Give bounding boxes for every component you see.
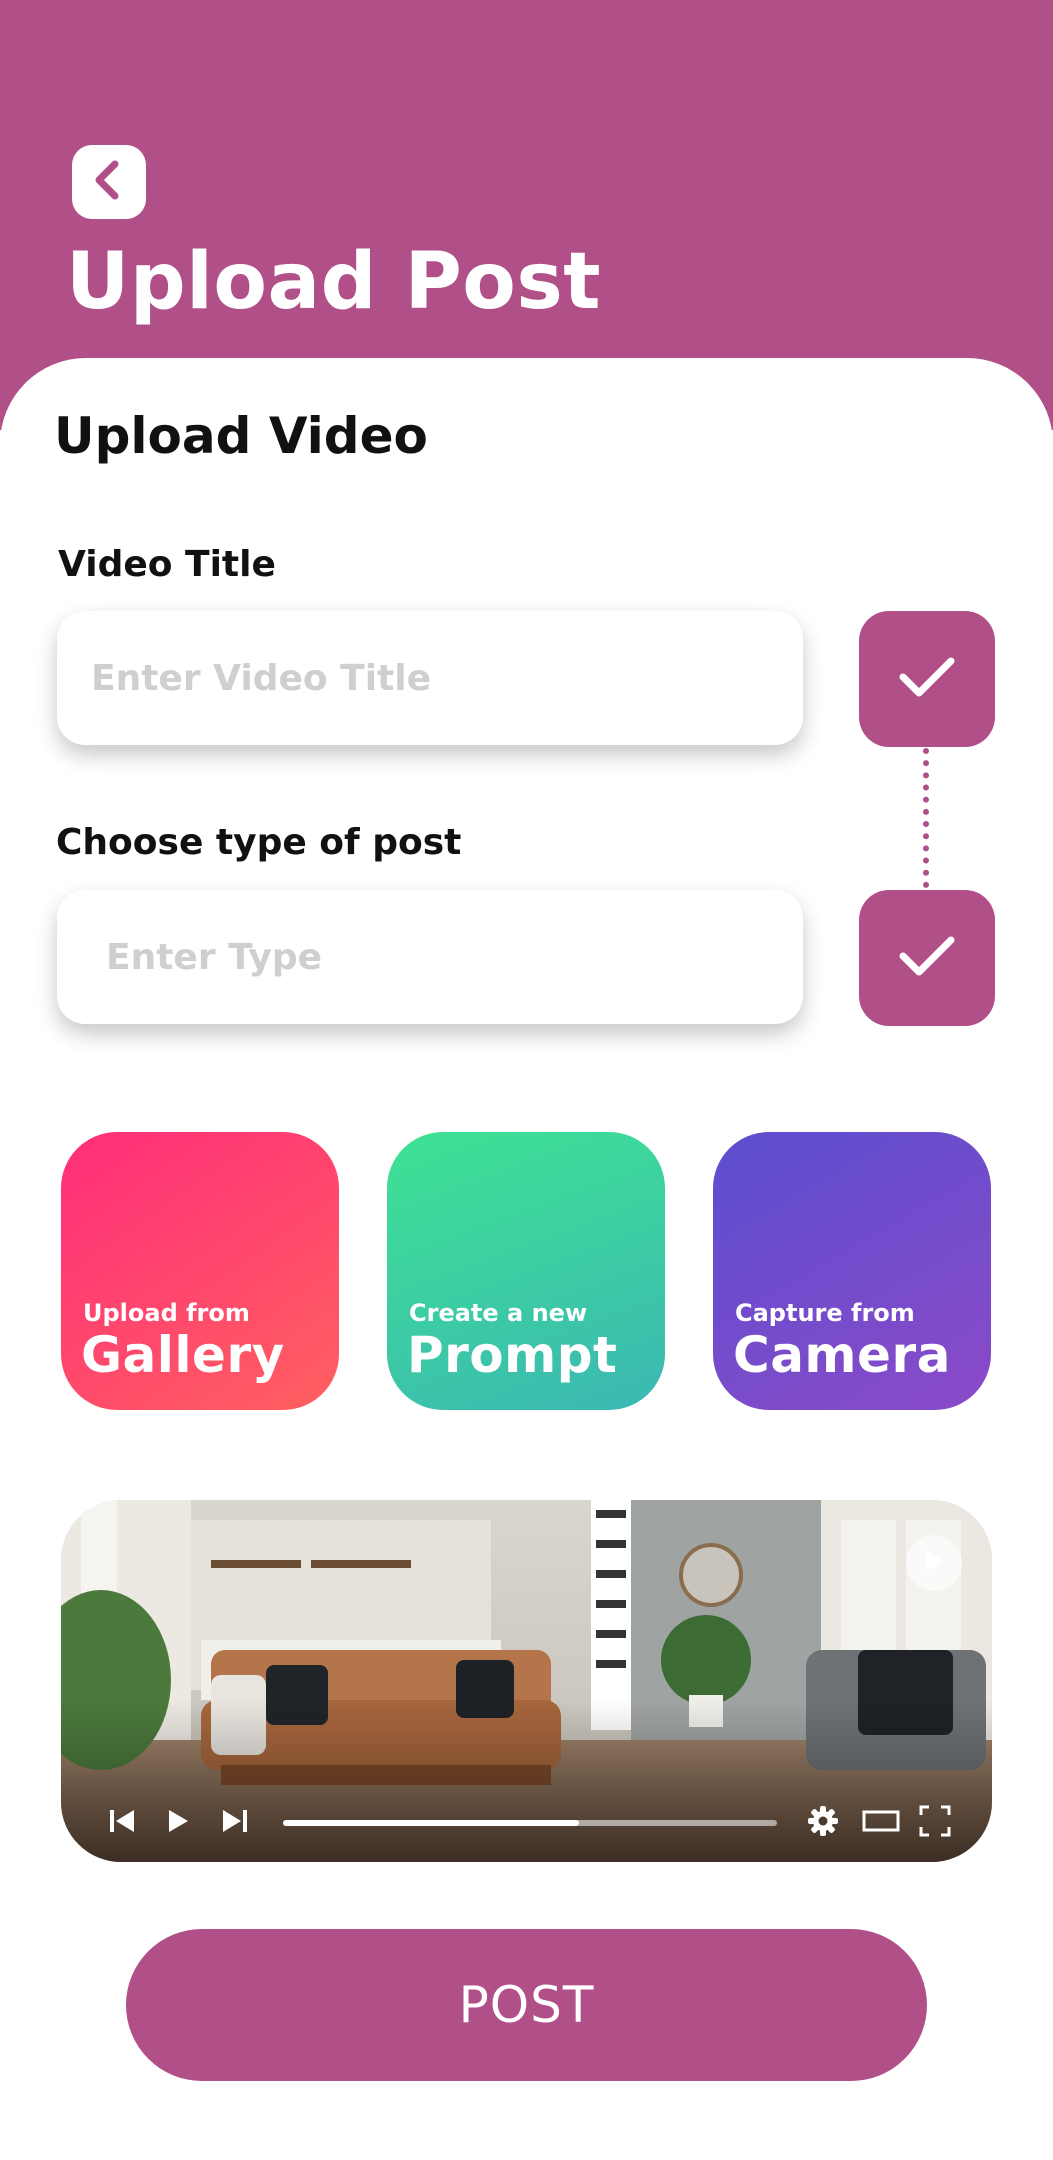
theater-mode-button[interactable]: [861, 1805, 901, 1841]
seek-bar[interactable]: [283, 1820, 777, 1826]
upload-from-gallery-tile[interactable]: Upload from Gallery: [61, 1132, 339, 1410]
post-type-confirm-button[interactable]: [859, 890, 995, 1026]
check-icon: [895, 930, 959, 986]
tile-title: Camera: [733, 1326, 951, 1384]
skip-back-icon: [107, 1808, 137, 1838]
page-title: Upload Post: [66, 237, 602, 327]
play-overlay-button[interactable]: [906, 1535, 962, 1591]
tile-title: Gallery: [81, 1326, 285, 1384]
chevron-left-icon: [89, 158, 129, 206]
gear-icon: [807, 1805, 839, 1841]
skip-back-button[interactable]: [105, 1806, 139, 1840]
create-prompt-tile[interactable]: Create a new Prompt: [387, 1132, 665, 1410]
fullscreen-button[interactable]: [917, 1805, 953, 1841]
video-title-confirm-button[interactable]: [859, 611, 995, 747]
video-thumbnail: [61, 1500, 992, 1862]
capture-from-camera-tile[interactable]: Capture from Camera: [713, 1132, 991, 1410]
skip-forward-button[interactable]: [218, 1806, 252, 1840]
seek-bar-progress: [283, 1820, 580, 1826]
theater-mode-icon: [862, 1808, 900, 1838]
check-icon: [895, 651, 959, 707]
play-overlay-icon: [922, 1548, 946, 1578]
post-button[interactable]: POST: [126, 1929, 927, 2081]
video-title-input[interactable]: [57, 611, 803, 745]
post-type-input[interactable]: [57, 890, 803, 1024]
video-player[interactable]: [61, 1500, 992, 1862]
settings-button[interactable]: [805, 1805, 841, 1841]
play-button[interactable]: [161, 1806, 195, 1840]
skip-forward-icon: [220, 1808, 250, 1838]
fullscreen-icon: [919, 1805, 951, 1841]
video-title-label: Video Title: [58, 544, 276, 585]
play-icon: [166, 1808, 190, 1838]
back-button[interactable]: [72, 145, 146, 219]
section-title: Upload Video: [54, 407, 428, 465]
post-type-label: Choose type of post: [56, 822, 462, 863]
step-connector: [923, 748, 929, 888]
tile-title: Prompt: [407, 1326, 618, 1384]
